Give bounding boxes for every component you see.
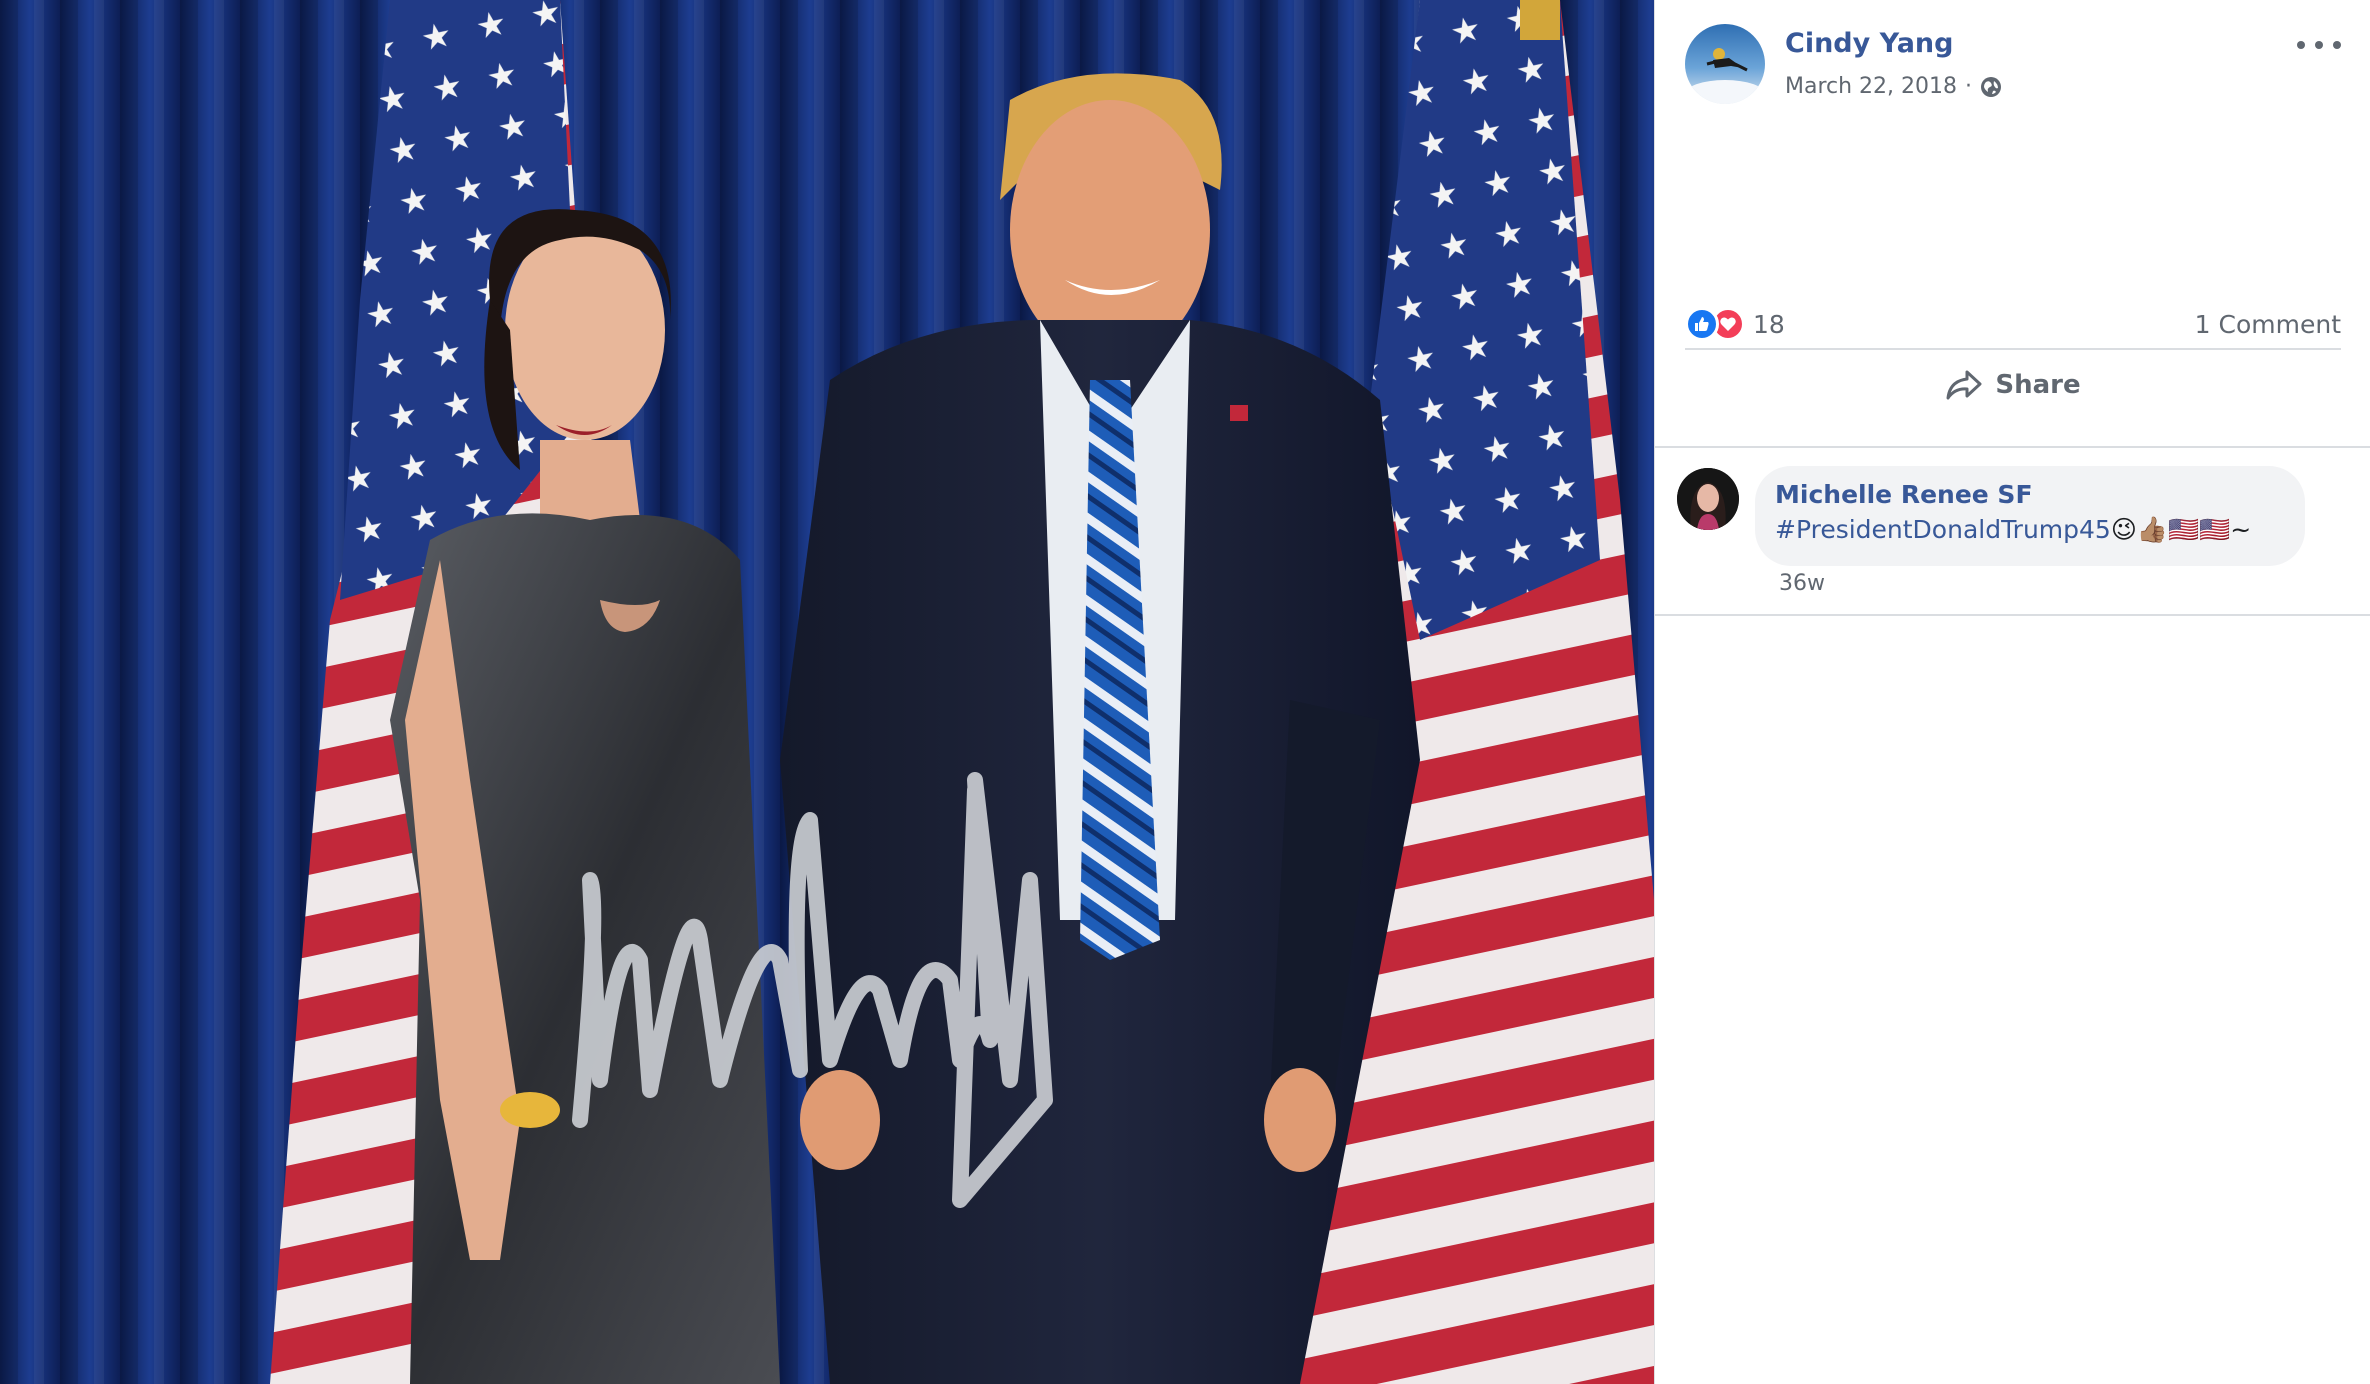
post-header: Cindy Yang March 22, 2018 · bbox=[1685, 24, 2341, 104]
ellipsis-dot bbox=[2315, 41, 2323, 49]
share-label: Share bbox=[1995, 370, 2081, 400]
post-meta: March 22, 2018 · bbox=[1785, 74, 2002, 99]
reaction-count: 18 bbox=[1753, 309, 1785, 339]
more-options-button[interactable] bbox=[2297, 30, 2341, 60]
reactions-summary[interactable]: 18 bbox=[1685, 307, 1785, 341]
comment-emojis: 😉👍🏽🇺🇸🇺🇸~ bbox=[2110, 515, 2252, 544]
comment-count-link[interactable]: 1 Comment bbox=[2195, 310, 2341, 339]
globe-icon bbox=[1981, 76, 2002, 97]
like-reaction-icon bbox=[1685, 307, 1719, 341]
comment-timestamp-link[interactable]: 36w bbox=[1779, 571, 1825, 596]
share-arrow-icon bbox=[1946, 370, 1982, 400]
reactions-bar: 18 1 Comment bbox=[1685, 300, 2341, 350]
author-name-link[interactable]: Cindy Yang bbox=[1785, 28, 1953, 59]
commenter-photo-icon bbox=[1677, 468, 1739, 530]
hashtag-link[interactable]: #PresidentDonaldTrump45 bbox=[1775, 515, 2111, 544]
ellipsis-dot bbox=[2333, 41, 2341, 49]
post-sidebar: Cindy Yang March 22, 2018 · 18 1 Comment… bbox=[1654, 0, 2370, 1384]
author-avatar[interactable] bbox=[1685, 24, 1765, 104]
post-date-link[interactable]: March 22, 2018 bbox=[1785, 74, 1957, 99]
skydiver-icon bbox=[1685, 48, 1765, 104]
comment-bubble: Michelle Renee SF #PresidentDonaldTrump4… bbox=[1755, 466, 2305, 566]
ellipsis-dot bbox=[2297, 41, 2305, 49]
share-button[interactable]: Share bbox=[1929, 362, 2096, 408]
commenter-avatar[interactable] bbox=[1677, 468, 1739, 530]
meta-separator: · bbox=[1965, 74, 1973, 99]
comments-section: Michelle Renee SF #PresidentDonaldTrump4… bbox=[1655, 446, 2370, 616]
photo-image: ★ bbox=[0, 0, 1654, 1384]
commenter-name-link[interactable]: Michelle Renee SF bbox=[1775, 480, 2285, 509]
comment-text: #PresidentDonaldTrump45😉👍🏽🇺🇸🇺🇸~ bbox=[1775, 515, 2285, 545]
post-actions: Share bbox=[1685, 354, 2341, 416]
photo-viewer: ★ bbox=[0, 0, 2370, 1384]
post-photo[interactable]: ★ bbox=[0, 0, 1654, 1384]
